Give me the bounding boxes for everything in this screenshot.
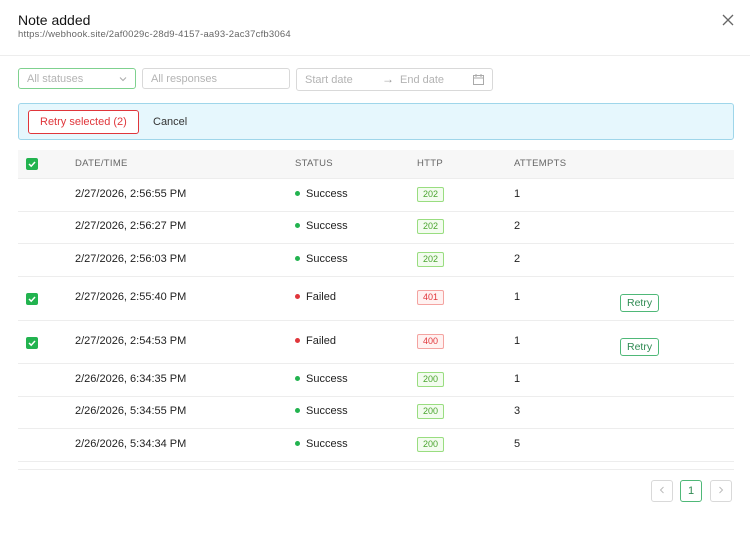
row-status: Failed (295, 291, 336, 303)
row-attempts: 1 (514, 373, 521, 385)
table-row[interactable]: 2/27/2026, 2:56:03 PM Success 202 2 (18, 243, 734, 277)
row-status: Success (295, 405, 348, 417)
bulk-action-bar: Retry selected (2) Cancel (18, 103, 734, 140)
http-status-badge: 401 (417, 290, 445, 305)
row-status-text: Success (306, 438, 348, 450)
row-retry-button[interactable]: Retry (620, 338, 660, 356)
row-attempts: 3 (514, 405, 521, 417)
status-dot-icon (295, 338, 300, 343)
response-filter-select[interactable]: All responses (142, 68, 290, 89)
row-datetime: 2/27/2026, 2:56:03 PM (75, 253, 187, 265)
pagination-page-1[interactable]: 1 (680, 480, 702, 502)
table-row[interactable]: 2/27/2026, 2:56:27 PM Success 202 2 (18, 211, 734, 244)
chevron-right-icon (719, 486, 724, 494)
pagination-prev-button[interactable] (651, 480, 673, 502)
start-date-input[interactable]: Start date (305, 74, 353, 86)
row-status-text: Failed (306, 335, 336, 347)
row-status-text: Failed (306, 291, 336, 303)
http-status-badge: 200 (417, 404, 445, 419)
status-filter-select[interactable]: All statuses (18, 68, 136, 89)
http-status-badge: 202 (417, 252, 445, 267)
row-attempts: 1 (514, 188, 521, 200)
http-status-badge: 400 (417, 334, 445, 349)
table-row[interactable]: 2/27/2026, 2:55:40 PM Failed 401 1 Retry (18, 276, 734, 321)
row-attempts: 1 (514, 335, 521, 347)
row-status: Success (295, 373, 348, 385)
table-row[interactable]: 2/26/2026, 5:34:55 PM Success 200 3 (18, 396, 734, 429)
arrow-right-icon: → (382, 72, 394, 86)
row-datetime: 2/27/2026, 2:56:55 PM (75, 188, 187, 200)
row-status-text: Success (306, 405, 348, 417)
header-http: HTTP (417, 158, 444, 169)
row-status-text: Success (306, 188, 348, 200)
modal-title: Note added (18, 12, 91, 28)
response-filter-placeholder: All responses (151, 73, 218, 85)
row-datetime: 2/27/2026, 2:55:40 PM (75, 291, 187, 303)
http-status-badge: 202 (417, 187, 445, 202)
header-attempts: ATTEMPTS (514, 158, 567, 169)
pagination-next-button[interactable] (710, 480, 732, 502)
chevron-left-icon (659, 486, 664, 494)
row-checkbox[interactable] (26, 293, 38, 305)
row-datetime: 2/26/2026, 5:34:34 PM (75, 438, 187, 450)
retry-selected-button[interactable]: Retry selected (2) (28, 110, 139, 134)
status-dot-icon (295, 256, 300, 261)
row-status-text: Success (306, 253, 348, 265)
status-dot-icon (295, 294, 300, 299)
header-status: STATUS (295, 158, 333, 169)
row-status-text: Success (306, 220, 348, 232)
status-dot-icon (295, 223, 300, 228)
http-status-badge: 202 (417, 219, 445, 234)
status-dot-icon (295, 376, 300, 381)
http-status-badge: 200 (417, 372, 445, 387)
row-status: Success (295, 438, 348, 450)
http-status-badge: 200 (417, 437, 445, 452)
row-attempts: 2 (514, 220, 521, 232)
row-attempts: 1 (514, 291, 521, 303)
table-row[interactable]: 2/26/2026, 6:34:35 PM Success 200 1 (18, 363, 734, 397)
cancel-button[interactable]: Cancel (153, 110, 187, 134)
table-row[interactable]: 2/27/2026, 2:54:53 PM Failed 400 1 Retry (18, 320, 734, 364)
select-all-checkbox[interactable] (26, 158, 38, 170)
webhook-url: https://webhook.site/2af0029c-28d9-4157-… (18, 29, 291, 40)
row-attempts: 5 (514, 438, 521, 450)
modal-header: Note added https://webhook.site/2af0029c… (0, 0, 750, 56)
table-header: DATE/TIME STATUS HTTP ATTEMPTS (18, 150, 734, 179)
row-checkbox[interactable] (26, 337, 38, 349)
status-dot-icon (295, 191, 300, 196)
status-filter-placeholder: All statuses (27, 73, 84, 85)
row-status: Success (295, 220, 348, 232)
calendar-icon (473, 74, 484, 85)
row-status: Success (295, 188, 348, 200)
chevron-down-icon (119, 77, 127, 82)
header-datetime: DATE/TIME (75, 158, 128, 169)
row-datetime: 2/26/2026, 5:34:55 PM (75, 405, 187, 417)
row-retry-button[interactable]: Retry (620, 294, 660, 312)
row-attempts: 2 (514, 253, 521, 265)
status-dot-icon (295, 441, 300, 446)
close-icon[interactable] (720, 12, 736, 28)
row-datetime: 2/27/2026, 2:54:53 PM (75, 335, 187, 347)
status-dot-icon (295, 408, 300, 413)
row-datetime: 2/26/2026, 6:34:35 PM (75, 373, 187, 385)
date-range-picker[interactable]: Start date → End date (296, 68, 493, 91)
row-status-text: Success (306, 373, 348, 385)
row-status: Success (295, 253, 348, 265)
table-row[interactable]: 2/26/2026, 5:34:34 PM Success 200 5 (18, 428, 734, 462)
table-bottom-divider (18, 469, 734, 470)
row-datetime: 2/27/2026, 2:56:27 PM (75, 220, 187, 232)
table-row[interactable]: 2/27/2026, 2:56:55 PM Success 202 1 (18, 178, 734, 212)
row-status: Failed (295, 335, 336, 347)
end-date-input[interactable]: End date (400, 74, 444, 86)
